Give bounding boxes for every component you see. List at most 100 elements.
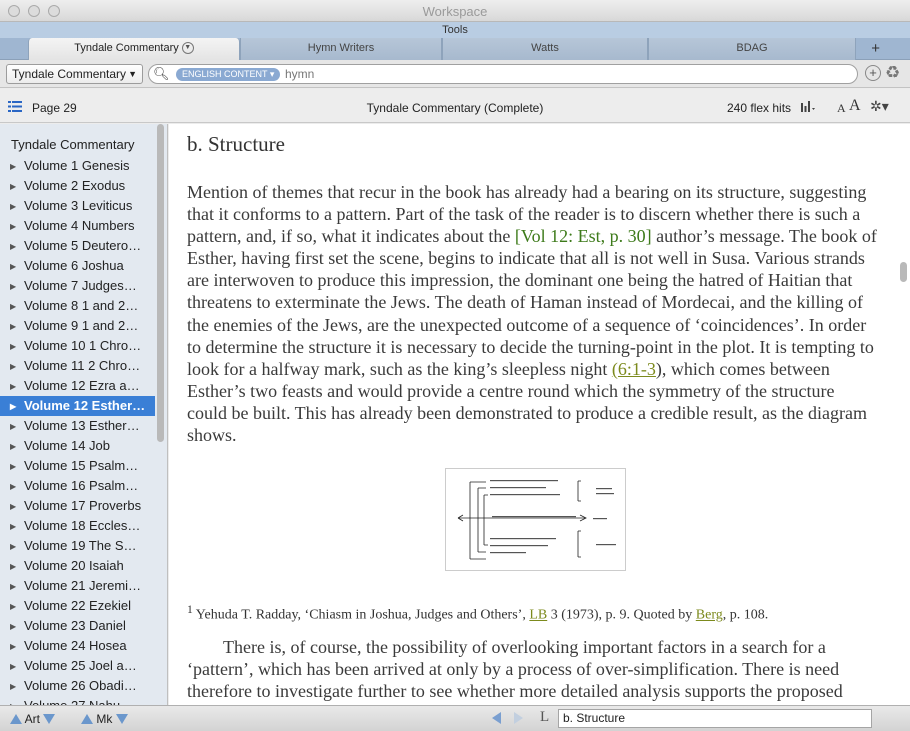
tab-bdag[interactable]: BDAG <box>648 38 856 60</box>
search-input[interactable]: 🔍︎ ENGLISH CONTENT ▾ hymn <box>148 64 858 84</box>
toc-item[interactable]: ▶ Volume 23 Daniel <box>0 616 155 636</box>
toc-item[interactable]: ▶ Volume 6 Joshua <box>0 256 155 276</box>
toc-item-label: Volume 5 Deutero… <box>24 238 142 253</box>
toc-item[interactable]: ▶ Volume 4 Numbers <box>0 216 155 236</box>
disclosure-triangle-icon[interactable]: ▶ <box>10 237 24 256</box>
toc-item-label: Volume 22 Ezekiel <box>24 598 131 613</box>
mk-control[interactable]: Mk <box>81 712 128 726</box>
resource-reference-link[interactable]: [Vol 12: Est, p. 30] <box>515 226 652 246</box>
scope-token[interactable]: ENGLISH CONTENT ▾ <box>176 68 281 81</box>
disclosure-triangle-icon[interactable]: ▶ <box>10 157 24 176</box>
disclosure-triangle-icon[interactable]: ▶ <box>10 437 24 456</box>
forward-arrow-icon[interactable] <box>514 712 523 724</box>
search-query[interactable]: hymn <box>285 67 314 81</box>
toc-item[interactable]: ▶ Volume 7 Judges… <box>0 276 155 296</box>
recycle-icon[interactable]: ♻ <box>885 63 900 83</box>
toc-list: ▶ Volume 1 Genesis ▶ Volume 2 Exodus ▶ Volume… <box>0 156 155 705</box>
toc-item[interactable]: ▶ Volume 12 Ezra a… <box>0 376 155 396</box>
toc-item-label: Volume 21 Jeremi… <box>24 578 142 593</box>
toc-item-label: Volume 11 2 Chro… <box>24 358 141 373</box>
resource-select[interactable]: Tyndale Commentary ▼ <box>6 64 143 84</box>
disclosure-triangle-icon[interactable]: ▶ <box>10 457 24 476</box>
disclosure-triangle-icon[interactable]: ▶ <box>10 257 24 276</box>
disclosure-triangle-icon[interactable]: ▶ <box>10 497 24 516</box>
toc-item[interactable]: ▶ Volume 25 Joel a… <box>0 656 155 676</box>
disclosure-triangle-icon[interactable]: ▶ <box>10 357 24 376</box>
toc-item[interactable]: ▶ Volume 18 Eccles… <box>0 516 155 536</box>
font-smaller-icon[interactable]: A <box>837 101 846 116</box>
tab-tyndale-commentary[interactable]: Tyndale Commentary ▼ <box>28 38 240 60</box>
toc-item[interactable]: ▶ Volume 11 2 Chro… <box>0 356 155 376</box>
toc-item[interactable]: ▶ Volume 8 1 and 2… <box>0 296 155 316</box>
add-search-button[interactable]: + <box>865 65 881 81</box>
back-arrow-icon[interactable] <box>492 712 501 724</box>
tools-menu[interactable]: Tools <box>0 22 910 38</box>
toc-item[interactable]: ▶Volume 27 Nahu… <box>0 696 155 705</box>
up-arrow-icon[interactable] <box>10 714 22 724</box>
toc-item[interactable]: ▶ Volume 24 Hosea <box>0 636 155 656</box>
toc-item[interactable]: ▶ Volume 22 Ezekiel <box>0 596 155 616</box>
toc-item[interactable]: ▶ Volume 13 Esther… <box>0 416 155 436</box>
disclosure-triangle-icon[interactable]: ▶ <box>10 217 24 236</box>
toc-item[interactable]: ▶ Volume 14 Job <box>0 436 155 456</box>
bible-reference-link[interactable]: (6:1-3 <box>612 359 656 379</box>
toc-item[interactable]: ▶ Volume 2 Exodus <box>0 176 155 196</box>
chevron-down-icon[interactable]: ▼ <box>181 42 194 55</box>
toc-item[interactable]: ▶ Volume 3 Leviticus <box>0 196 155 216</box>
hit-count[interactable]: 240 flex hits <box>727 101 791 115</box>
down-arrow-icon[interactable] <box>43 714 56 724</box>
toc-item[interactable]: ▶ Volume 26 Obadi… <box>0 676 155 696</box>
disclosure-triangle-icon[interactable]: ▶ <box>10 417 24 436</box>
section-heading: b. Structure <box>187 132 285 156</box>
toc-item[interactable]: ▶ Volume 20 Isaiah <box>0 556 155 576</box>
toc-item[interactable]: ▶ Volume 21 Jeremi… <box>0 576 155 596</box>
toc-item[interactable]: ▶ Volume 1 Genesis <box>0 156 155 176</box>
disclosure-triangle-icon[interactable]: ▶ <box>10 597 24 616</box>
toc-item[interactable]: ▶ Volume 17 Proverbs <box>0 496 155 516</box>
toc-item-label: Volume 24 Hosea <box>24 638 127 653</box>
toc-item[interactable]: ▶ Volume 16 Psalm… <box>0 476 155 496</box>
disclosure-triangle-icon[interactable]: ▶ <box>10 557 24 576</box>
bar-chart-icon[interactable] <box>800 99 816 113</box>
disclosure-triangle-icon[interactable]: ▶ <box>10 297 24 316</box>
disclosure-triangle-icon[interactable]: ▶ <box>10 697 24 705</box>
disclosure-triangle-icon[interactable]: ▶ <box>10 337 24 356</box>
toc-item[interactable]: ▶ Volume 19 The S… <box>0 536 155 556</box>
search-icon[interactable]: 🔍︎ <box>153 66 170 82</box>
disclosure-triangle-icon[interactable]: ▶ <box>10 277 24 296</box>
toc-item[interactable]: ▶ Volume 12 Esther… <box>0 396 155 416</box>
location-field[interactable]: b. Structure <box>558 709 872 728</box>
down-arrow-icon[interactable] <box>115 714 128 724</box>
font-larger-icon[interactable]: A <box>849 97 861 115</box>
disclosure-triangle-icon[interactable]: ▶ <box>10 637 24 656</box>
up-arrow-icon[interactable] <box>81 714 93 724</box>
disclosure-triangle-icon[interactable]: ▶ <box>10 377 24 396</box>
disclosure-triangle-icon[interactable]: ▶ <box>10 477 24 496</box>
disclosure-triangle-icon[interactable]: ▶ <box>10 577 24 596</box>
bottom-bar: Art Mk L b. Structure <box>0 705 910 731</box>
tab-hymn-writers[interactable]: Hymn Writers <box>240 38 442 60</box>
toc-item[interactable]: ▶ Volume 9 1 and 2… <box>0 316 155 336</box>
disclosure-triangle-icon[interactable]: ▶ <box>10 397 24 416</box>
disclosure-triangle-icon[interactable]: ▶ <box>10 657 24 676</box>
disclosure-triangle-icon[interactable]: ▶ <box>10 177 24 196</box>
disclosure-triangle-icon[interactable]: ▶ <box>10 197 24 216</box>
disclosure-triangle-icon[interactable]: ▶ <box>10 617 24 636</box>
location-icon[interactable]: L <box>540 709 549 726</box>
art-control[interactable]: Art <box>10 712 56 726</box>
disclosure-triangle-icon[interactable]: ▶ <box>10 677 24 696</box>
toc-title[interactable]: Tyndale Commentary <box>11 137 135 152</box>
disclosure-triangle-icon[interactable]: ▶ <box>10 317 24 336</box>
disclosure-triangle-icon[interactable]: ▶ <box>10 537 24 556</box>
tab-watts[interactable]: Watts <box>442 38 648 60</box>
gear-icon[interactable]: ✲▾ <box>870 98 889 115</box>
toc-scrollbar[interactable] <box>156 124 165 442</box>
footnote-link-berg[interactable]: Berg <box>696 608 723 623</box>
disclosure-triangle-icon[interactable]: ▶ <box>10 517 24 536</box>
toc-item[interactable]: ▶ Volume 10 1 Chro… <box>0 336 155 356</box>
toc-item[interactable]: ▶ Volume 5 Deutero… <box>0 236 155 256</box>
add-tab-button[interactable]: + <box>871 40 880 57</box>
content-scrollbar[interactable] <box>897 124 910 705</box>
toc-item[interactable]: ▶ Volume 15 Psalm… <box>0 456 155 476</box>
footnote-link-lb[interactable]: LB <box>529 608 547 623</box>
